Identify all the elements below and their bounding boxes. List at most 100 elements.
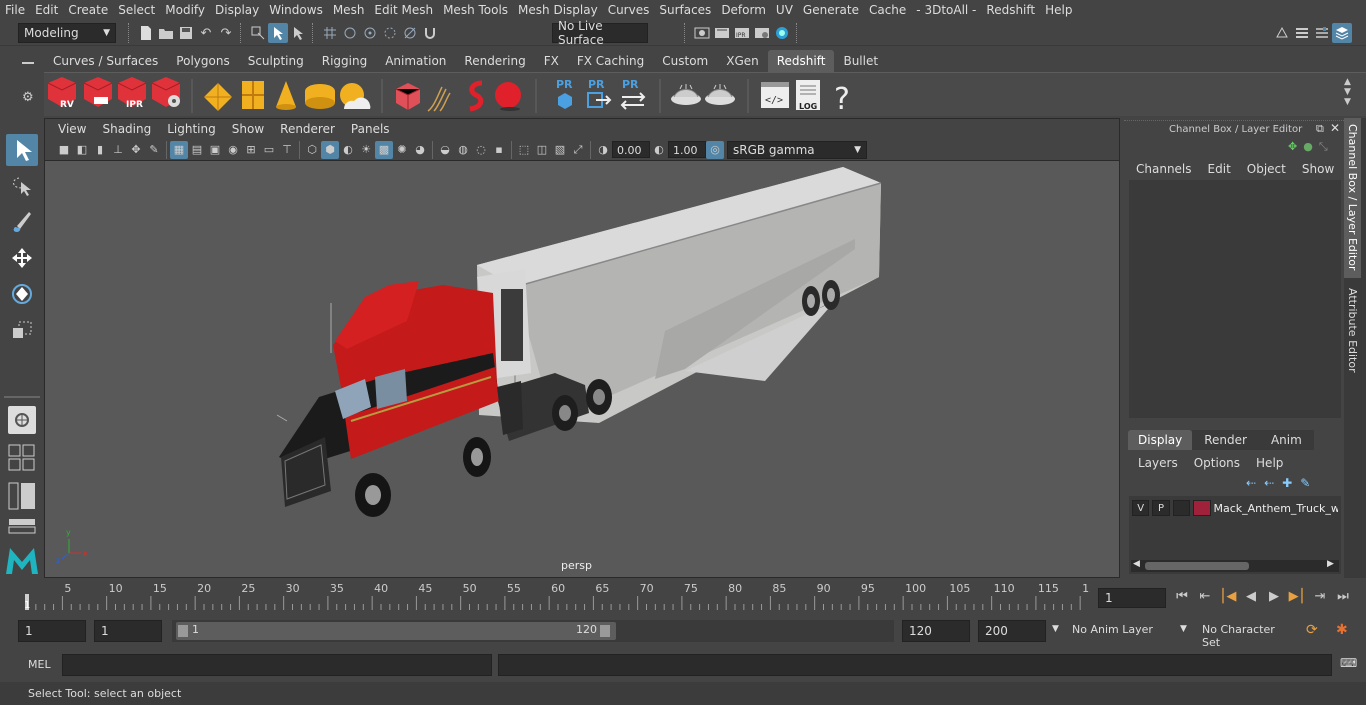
live-surface-field[interactable]: No Live Surface: [552, 19, 648, 47]
move-layer-down-icon[interactable]: ⇠: [1264, 476, 1274, 490]
xray-joints-icon[interactable]: ▧: [551, 141, 569, 159]
viewport-menu-lighting[interactable]: Lighting: [159, 122, 224, 136]
menu-file[interactable]: File: [0, 3, 30, 17]
film-gate-icon[interactable]: ▤: [188, 141, 206, 159]
resolution-gate-icon[interactable]: ▣: [206, 141, 224, 159]
smooth-shade-icon[interactable]: ⬢: [321, 140, 339, 159]
default-lighting-icon[interactable]: ☀: [357, 141, 375, 159]
magnet-icon[interactable]: [420, 23, 440, 43]
menu-help[interactable]: Help: [1040, 3, 1077, 17]
snap-to-point-icon[interactable]: [360, 23, 380, 43]
viewport-menu-panels[interactable]: Panels: [343, 122, 398, 136]
chevron-down-icon[interactable]: ▼: [1052, 624, 1059, 634]
grid-icon[interactable]: ▦: [170, 140, 188, 159]
scroll-left-icon[interactable]: ◀: [1133, 559, 1140, 569]
range-slider-handle[interactable]: 1 120: [176, 622, 616, 640]
side-tab-channel-box[interactable]: Channel Box / Layer Editor: [1344, 118, 1361, 278]
layer-color-swatch[interactable]: [1193, 500, 1211, 516]
anti-aliasing-icon[interactable]: ◌: [472, 141, 490, 159]
hypershade-icon[interactable]: [772, 23, 792, 43]
select-by-component-icon[interactable]: [288, 23, 308, 43]
bookmark-icon[interactable]: ▮: [91, 141, 109, 159]
two-d-pan-icon[interactable]: ✥: [127, 141, 145, 159]
layer-playback-toggle[interactable]: P: [1152, 500, 1170, 516]
depth-of-field-icon[interactable]: ▪: [490, 141, 508, 159]
gear-icon[interactable]: ⚙: [22, 90, 34, 105]
character-set-selector[interactable]: No Character Set: [1196, 620, 1300, 649]
snap-to-view-plane-icon[interactable]: [380, 23, 400, 43]
rs-light-dome-icon[interactable]: [305, 84, 335, 109]
undo-icon[interactable]: ↶: [196, 23, 216, 43]
scale-tool-icon[interactable]: [6, 314, 38, 346]
viewport-menu-shading[interactable]: Shading: [94, 122, 159, 136]
field-chart-icon[interactable]: ⊞: [242, 141, 260, 159]
tab-anim[interactable]: Anim: [1258, 430, 1314, 450]
float-panel-icon[interactable]: ⧉: [1316, 122, 1324, 136]
menu-surfaces[interactable]: Surfaces: [654, 3, 716, 17]
isolate-select-icon[interactable]: ⬚: [515, 141, 533, 159]
save-scene-icon[interactable]: [176, 23, 196, 43]
tab-redshift[interactable]: Redshift: [767, 50, 835, 72]
rs-light-rect-icon[interactable]: [204, 83, 232, 111]
tab-rendering[interactable]: Rendering: [455, 50, 534, 72]
shelf-scroll-arrows[interactable]: ▲ ▼ ▼: [1344, 77, 1351, 107]
exposure-field[interactable]: 0.00: [612, 141, 650, 158]
show-menu[interactable]: Show: [1294, 162, 1342, 176]
grease-pencil-icon[interactable]: ✎: [145, 141, 163, 159]
menu-select[interactable]: Select: [113, 3, 160, 17]
range-end-knob[interactable]: [600, 625, 610, 637]
four-view-layout-icon[interactable]: [8, 444, 36, 472]
tab-bullet[interactable]: Bullet: [834, 50, 887, 72]
single-perspective-layout-icon[interactable]: [8, 406, 36, 434]
tab-custom[interactable]: Custom: [653, 50, 717, 72]
rs-pr-export-icon[interactable]: PR: [587, 78, 612, 108]
lasso-tool-icon[interactable]: [6, 170, 38, 202]
menu-deform[interactable]: Deform: [716, 3, 771, 17]
auto-key-icon[interactable]: ⟳: [1306, 622, 1318, 638]
safe-action-icon[interactable]: ▭: [260, 141, 278, 159]
step-forward-key-icon[interactable]: ⇥: [1310, 586, 1330, 606]
rs-render-sequence-icon[interactable]: [83, 77, 113, 107]
rotate-tool-icon[interactable]: [6, 278, 38, 310]
motion-blur-icon[interactable]: ◍: [454, 141, 472, 159]
chevron-down-icon[interactable]: ▼: [1180, 624, 1187, 634]
tab-fx[interactable]: FX: [535, 50, 568, 72]
menu-edit[interactable]: Edit: [30, 3, 63, 17]
menu-windows[interactable]: Windows: [264, 3, 328, 17]
layer-type-toggle[interactable]: [1172, 500, 1191, 516]
tab-animation[interactable]: Animation: [376, 50, 455, 72]
color-space-selector[interactable]: sRGB gamma ▼: [727, 140, 867, 159]
wireframe-icon[interactable]: ⬡: [303, 141, 321, 159]
options-menu[interactable]: Options: [1186, 456, 1248, 470]
animation-preferences-icon[interactable]: ✱: [1336, 622, 1348, 638]
snap-to-curve-icon[interactable]: [340, 23, 360, 43]
make-live-icon[interactable]: [400, 23, 420, 43]
end-time-field[interactable]: 200: [978, 620, 1046, 642]
play-backwards-icon[interactable]: ◀: [1241, 586, 1261, 606]
rs-light-area-icon[interactable]: [242, 81, 264, 109]
rs-sphere-icon[interactable]: [495, 82, 521, 111]
menu-mesh-display[interactable]: Mesh Display: [513, 3, 603, 17]
script-editor-icon[interactable]: ⌨: [1340, 656, 1357, 670]
time-slider[interactable]: 5 10 15 20 25 30 35 40 45 50 55 60 65 70 75 80 85 90 95 100…: [20, 580, 1096, 612]
persp-outliner-layout-icon[interactable]: [8, 482, 36, 510]
select-tool-icon[interactable]: [6, 134, 38, 166]
rs-script-editor-icon[interactable]: </>: [761, 82, 789, 108]
new-scene-icon[interactable]: [136, 23, 156, 43]
keyframe-icon[interactable]: ●: [1303, 140, 1313, 154]
command-input[interactable]: [62, 654, 492, 676]
layer-row[interactable]: V P Mack_Anthem_Truck_wi: [1132, 500, 1338, 516]
menu-uv[interactable]: UV: [771, 3, 798, 17]
menu-edit-mesh[interactable]: Edit Mesh: [369, 3, 438, 17]
options-icon[interactable]: ⤡: [1319, 140, 1328, 154]
menu-mesh[interactable]: Mesh: [328, 3, 370, 17]
ipr-render-icon[interactable]: IPR: [732, 23, 752, 43]
rs-pr-swap-icon[interactable]: PR: [620, 78, 646, 110]
xray-components-icon[interactable]: ⤢: [569, 141, 587, 159]
viewport-menu-show[interactable]: Show: [224, 122, 272, 136]
layer-list-scrollbar[interactable]: ◀ ▶: [1131, 559, 1339, 572]
xray-icon[interactable]: ◫: [533, 141, 551, 159]
rs-sun-sky-icon[interactable]: [340, 83, 371, 109]
manipulator-icon[interactable]: ✥: [1288, 140, 1297, 154]
tab-fx-caching[interactable]: FX Caching: [568, 50, 653, 72]
